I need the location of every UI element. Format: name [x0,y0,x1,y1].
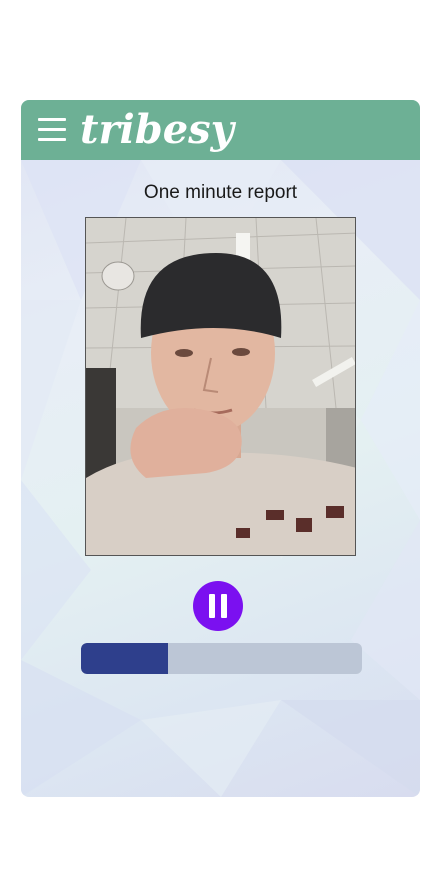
hamburger-menu-icon[interactable] [38,116,68,144]
page-title: One minute report [143,182,298,203]
pause-icon [208,594,228,618]
video-preview[interactable] [85,217,356,556]
recording-progress-bar [81,643,362,674]
brand-logo: tribesy [80,106,234,153]
app-screen: tribesy One minute report [21,100,420,797]
pause-button[interactable] [193,581,243,631]
video-frame-image [86,218,355,555]
app-header: tribesy [21,100,420,160]
progress-fill [81,643,169,674]
